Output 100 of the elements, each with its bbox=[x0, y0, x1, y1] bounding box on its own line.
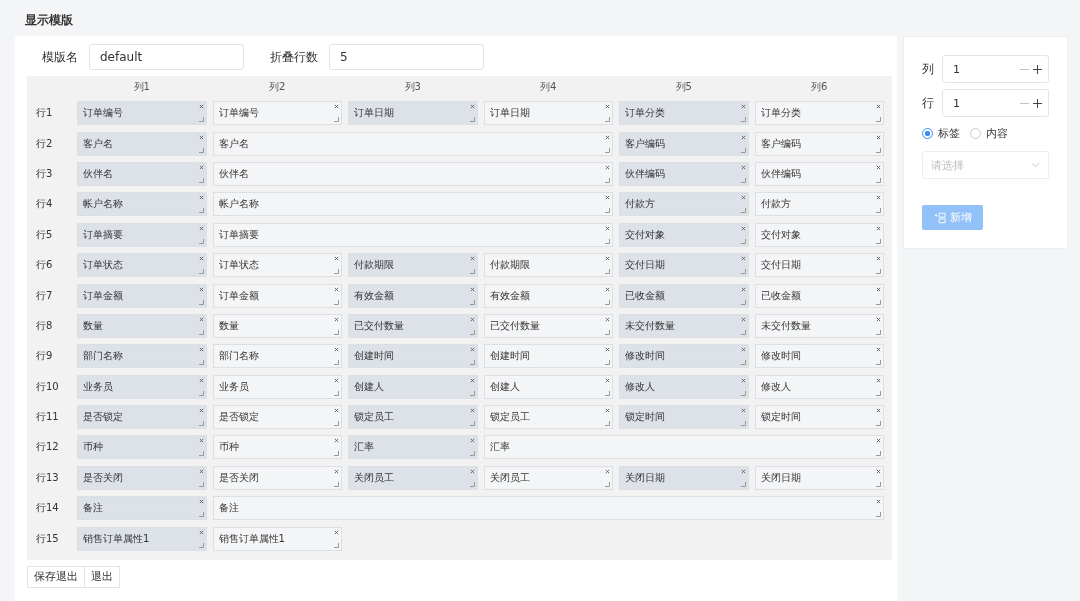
label-cell[interactable]: 订单状态 bbox=[77, 253, 207, 278]
close-icon[interactable] bbox=[469, 408, 475, 414]
resize-handle-icon[interactable] bbox=[334, 117, 339, 123]
content-cell[interactable]: 订单金额 bbox=[212, 283, 342, 308]
content-cell[interactable]: 有效金额 bbox=[483, 283, 613, 308]
close-icon[interactable] bbox=[334, 316, 339, 322]
resize-handle-icon[interactable] bbox=[740, 117, 746, 123]
resize-handle-icon[interactable] bbox=[605, 147, 610, 153]
resize-handle-icon[interactable] bbox=[334, 299, 339, 305]
content-cell[interactable]: 创建时间 bbox=[483, 344, 613, 369]
plus-icon[interactable] bbox=[1033, 98, 1042, 108]
label-cell[interactable]: 锁定时间 bbox=[619, 405, 749, 430]
plus-icon[interactable] bbox=[1033, 64, 1042, 74]
close-icon[interactable] bbox=[334, 104, 339, 110]
label-cell[interactable]: 帐户名称 bbox=[77, 192, 207, 217]
resize-handle-icon[interactable] bbox=[876, 421, 881, 427]
close-icon[interactable] bbox=[334, 468, 339, 474]
resize-handle-icon[interactable] bbox=[334, 481, 339, 487]
label-cell[interactable]: 伙伴编码 bbox=[619, 161, 749, 186]
close-icon[interactable] bbox=[198, 529, 204, 535]
resize-handle-icon[interactable] bbox=[469, 390, 475, 396]
close-icon[interactable] bbox=[740, 225, 746, 231]
label-cell[interactable]: 备注 bbox=[77, 496, 207, 521]
label-cell[interactable]: 订单分类 bbox=[619, 101, 749, 126]
resize-handle-icon[interactable] bbox=[198, 177, 204, 183]
resize-handle-icon[interactable] bbox=[740, 329, 746, 335]
close-icon[interactable] bbox=[334, 347, 339, 353]
close-icon[interactable] bbox=[876, 104, 881, 110]
resize-handle-icon[interactable] bbox=[605, 481, 610, 487]
resize-handle-icon[interactable] bbox=[876, 117, 881, 123]
resize-handle-icon[interactable] bbox=[605, 299, 610, 305]
resize-handle-icon[interactable] bbox=[876, 512, 881, 518]
label-cell[interactable]: 交付日期 bbox=[619, 253, 749, 278]
resize-handle-icon[interactable] bbox=[198, 421, 204, 427]
close-icon[interactable] bbox=[198, 104, 204, 110]
resize-handle-icon[interactable] bbox=[876, 329, 881, 335]
close-icon[interactable] bbox=[605, 225, 610, 231]
action-button[interactable]: 退出 bbox=[85, 565, 120, 588]
resize-handle-icon[interactable] bbox=[876, 481, 881, 487]
content-cell[interactable]: 部门名称 bbox=[212, 344, 342, 369]
resize-handle-icon[interactable] bbox=[469, 481, 475, 487]
resize-handle-icon[interactable] bbox=[605, 208, 610, 214]
resize-handle-icon[interactable] bbox=[198, 481, 204, 487]
close-icon[interactable] bbox=[334, 377, 339, 383]
close-icon[interactable] bbox=[334, 256, 339, 262]
resize-handle-icon[interactable] bbox=[469, 299, 475, 305]
close-icon[interactable] bbox=[605, 347, 610, 353]
close-icon[interactable] bbox=[198, 347, 204, 353]
close-icon[interactable] bbox=[740, 195, 746, 201]
resize-handle-icon[interactable] bbox=[198, 542, 204, 548]
close-icon[interactable] bbox=[605, 256, 610, 262]
resize-handle-icon[interactable] bbox=[876, 238, 881, 244]
close-icon[interactable] bbox=[605, 195, 610, 201]
close-icon[interactable] bbox=[876, 286, 881, 292]
close-icon[interactable] bbox=[605, 316, 610, 322]
label-cell[interactable]: 关闭员工 bbox=[348, 465, 478, 490]
resize-handle-icon[interactable] bbox=[334, 451, 339, 457]
resize-handle-icon[interactable] bbox=[876, 269, 881, 275]
close-icon[interactable] bbox=[198, 377, 204, 383]
close-icon[interactable] bbox=[876, 499, 881, 505]
label-cell[interactable]: 付款方 bbox=[619, 192, 749, 217]
content-cell[interactable]: 业务员 bbox=[212, 374, 342, 399]
close-icon[interactable] bbox=[469, 438, 475, 444]
resize-handle-icon[interactable] bbox=[876, 451, 881, 457]
content-cell[interactable]: 已收金额 bbox=[754, 283, 884, 308]
resize-handle-icon[interactable] bbox=[605, 117, 610, 123]
content-cell[interactable]: 付款方 bbox=[754, 192, 884, 217]
label-cell[interactable]: 部门名称 bbox=[77, 344, 207, 369]
label-cell[interactable]: 币种 bbox=[77, 435, 207, 460]
resize-handle-icon[interactable] bbox=[198, 451, 204, 457]
label-cell[interactable]: 未交付数量 bbox=[619, 313, 749, 338]
resize-handle-icon[interactable] bbox=[198, 512, 204, 518]
resize-handle-icon[interactable] bbox=[740, 177, 746, 183]
content-cell[interactable]: 订单摘要 bbox=[212, 222, 613, 247]
close-icon[interactable] bbox=[469, 104, 475, 110]
resize-handle-icon[interactable] bbox=[334, 360, 339, 366]
column-stepper[interactable]: 1 bbox=[942, 55, 1049, 83]
label-cell[interactable]: 客户名 bbox=[77, 131, 207, 156]
label-cell[interactable]: 汇率 bbox=[348, 435, 478, 460]
content-cell[interactable]: 已交付数量 bbox=[483, 313, 613, 338]
label-cell[interactable]: 付款期限 bbox=[348, 253, 478, 278]
resize-handle-icon[interactable] bbox=[469, 421, 475, 427]
close-icon[interactable] bbox=[876, 134, 881, 140]
label-cell[interactable]: 创建时间 bbox=[348, 344, 478, 369]
resize-handle-icon[interactable] bbox=[740, 208, 746, 214]
close-icon[interactable] bbox=[198, 225, 204, 231]
content-cell[interactable]: 订单日期 bbox=[483, 101, 613, 126]
resize-handle-icon[interactable] bbox=[605, 421, 610, 427]
resize-handle-icon[interactable] bbox=[740, 238, 746, 244]
close-icon[interactable] bbox=[605, 468, 610, 474]
resize-handle-icon[interactable] bbox=[876, 177, 881, 183]
close-icon[interactable] bbox=[740, 316, 746, 322]
close-icon[interactable] bbox=[605, 286, 610, 292]
close-icon[interactable] bbox=[198, 408, 204, 414]
close-icon[interactable] bbox=[605, 134, 610, 140]
label-cell[interactable]: 业务员 bbox=[77, 374, 207, 399]
close-icon[interactable] bbox=[198, 499, 204, 505]
resize-handle-icon[interactable] bbox=[334, 329, 339, 335]
close-icon[interactable] bbox=[876, 256, 881, 262]
content-cell[interactable]: 付款期限 bbox=[483, 253, 613, 278]
